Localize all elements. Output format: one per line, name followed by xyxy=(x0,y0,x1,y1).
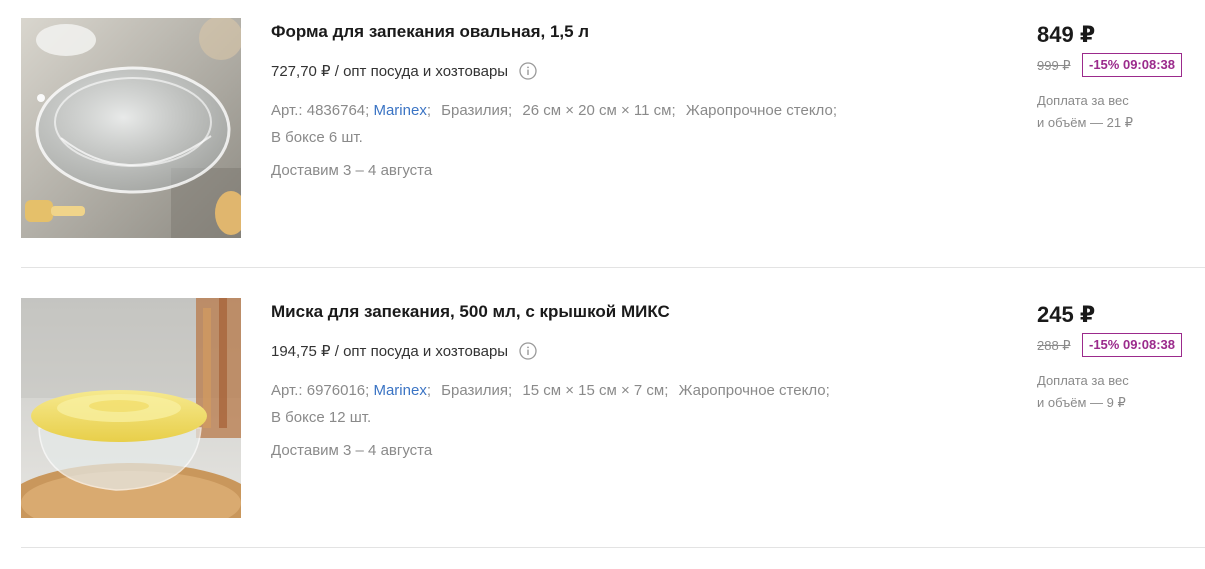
wholesale-price: 727,70 ₽ / опт посуда и хозтовары xyxy=(271,62,537,80)
brand-link[interactable]: Marinex xyxy=(373,102,426,119)
extra-charge: Доплата за вес и объём — 9 ₽ xyxy=(1037,370,1197,414)
dimensions: 26 см × 20 см × 11 см; xyxy=(522,102,676,119)
wholesale-price-text: 194,75 ₽ / опт посуда и хозтовары xyxy=(271,343,509,360)
divider xyxy=(21,547,1205,548)
old-price: 288 ₽ xyxy=(1037,338,1071,353)
country: Бразилия; xyxy=(441,382,513,399)
extra-charge: Доплата за вес и объём — 21 ₽ xyxy=(1037,90,1197,134)
divider xyxy=(21,267,1205,268)
current-price: 849 ₽ xyxy=(1037,22,1096,47)
article: Арт.: 6976016; xyxy=(271,382,370,399)
product-list: Форма для запекания овальная, 1,5 л 727,… xyxy=(0,0,1205,569)
product-image[interactable] xyxy=(21,18,241,238)
discount-badge: -15% 09:08:38 xyxy=(1082,333,1182,357)
wholesale-price-text: 727,70 ₽ / опт посуда и хозтовары xyxy=(271,63,509,80)
box-quantity: В боксе 6 шт. xyxy=(271,129,363,146)
extra-charge-line1: Доплата за вес xyxy=(1037,373,1129,388)
extra-charge-line2: и объём — 21 ₽ xyxy=(1037,115,1133,130)
list-item: Миска для запекания, 500 мл, с крышкой М… xyxy=(0,280,1205,560)
info-icon[interactable] xyxy=(519,342,537,360)
product-title[interactable]: Форма для запекания овальная, 1,5 л xyxy=(271,22,589,42)
delivery-date: Доставим 3 – 4 августа xyxy=(271,162,433,179)
delivery-date: Доставим 3 – 4 августа xyxy=(271,442,433,459)
extra-charge-line2: и объём — 9 ₽ xyxy=(1037,395,1126,410)
brand-link[interactable]: Marinex xyxy=(373,382,426,399)
glass-bowl-photo xyxy=(21,298,241,518)
material: Жаропрочное стекло; xyxy=(678,382,830,399)
old-price: 999 ₽ xyxy=(1037,58,1071,73)
country: Бразилия; xyxy=(441,102,513,119)
info-icon[interactable] xyxy=(519,62,537,80)
discount-badge: -15% 09:08:38 xyxy=(1082,53,1182,77)
product-meta: Арт.: 6976016; Marinex; Бразилия; 15 см … xyxy=(271,377,891,431)
wholesale-price: 194,75 ₽ / опт посуда и хозтовары xyxy=(271,342,537,360)
product-meta: Арт.: 4836764; Marinex; Бразилия; 26 см … xyxy=(271,97,891,151)
product-image[interactable] xyxy=(21,298,241,518)
material: Жаропрочное стекло; xyxy=(685,102,837,119)
article: Арт.: 4836764; xyxy=(271,102,370,119)
brand-separator: ; xyxy=(426,102,431,119)
box-quantity: В боксе 12 шт. xyxy=(271,409,372,426)
product-title[interactable]: Миска для запекания, 500 мл, с крышкой М… xyxy=(271,302,670,322)
current-price: 245 ₽ xyxy=(1037,302,1096,327)
extra-charge-line1: Доплата за вес xyxy=(1037,93,1129,108)
brand-separator: ; xyxy=(426,382,431,399)
list-item: Форма для запекания овальная, 1,5 л 727,… xyxy=(0,0,1205,280)
glass-dish-photo xyxy=(21,18,241,238)
dimensions: 15 см × 15 см × 7 см; xyxy=(522,382,669,399)
